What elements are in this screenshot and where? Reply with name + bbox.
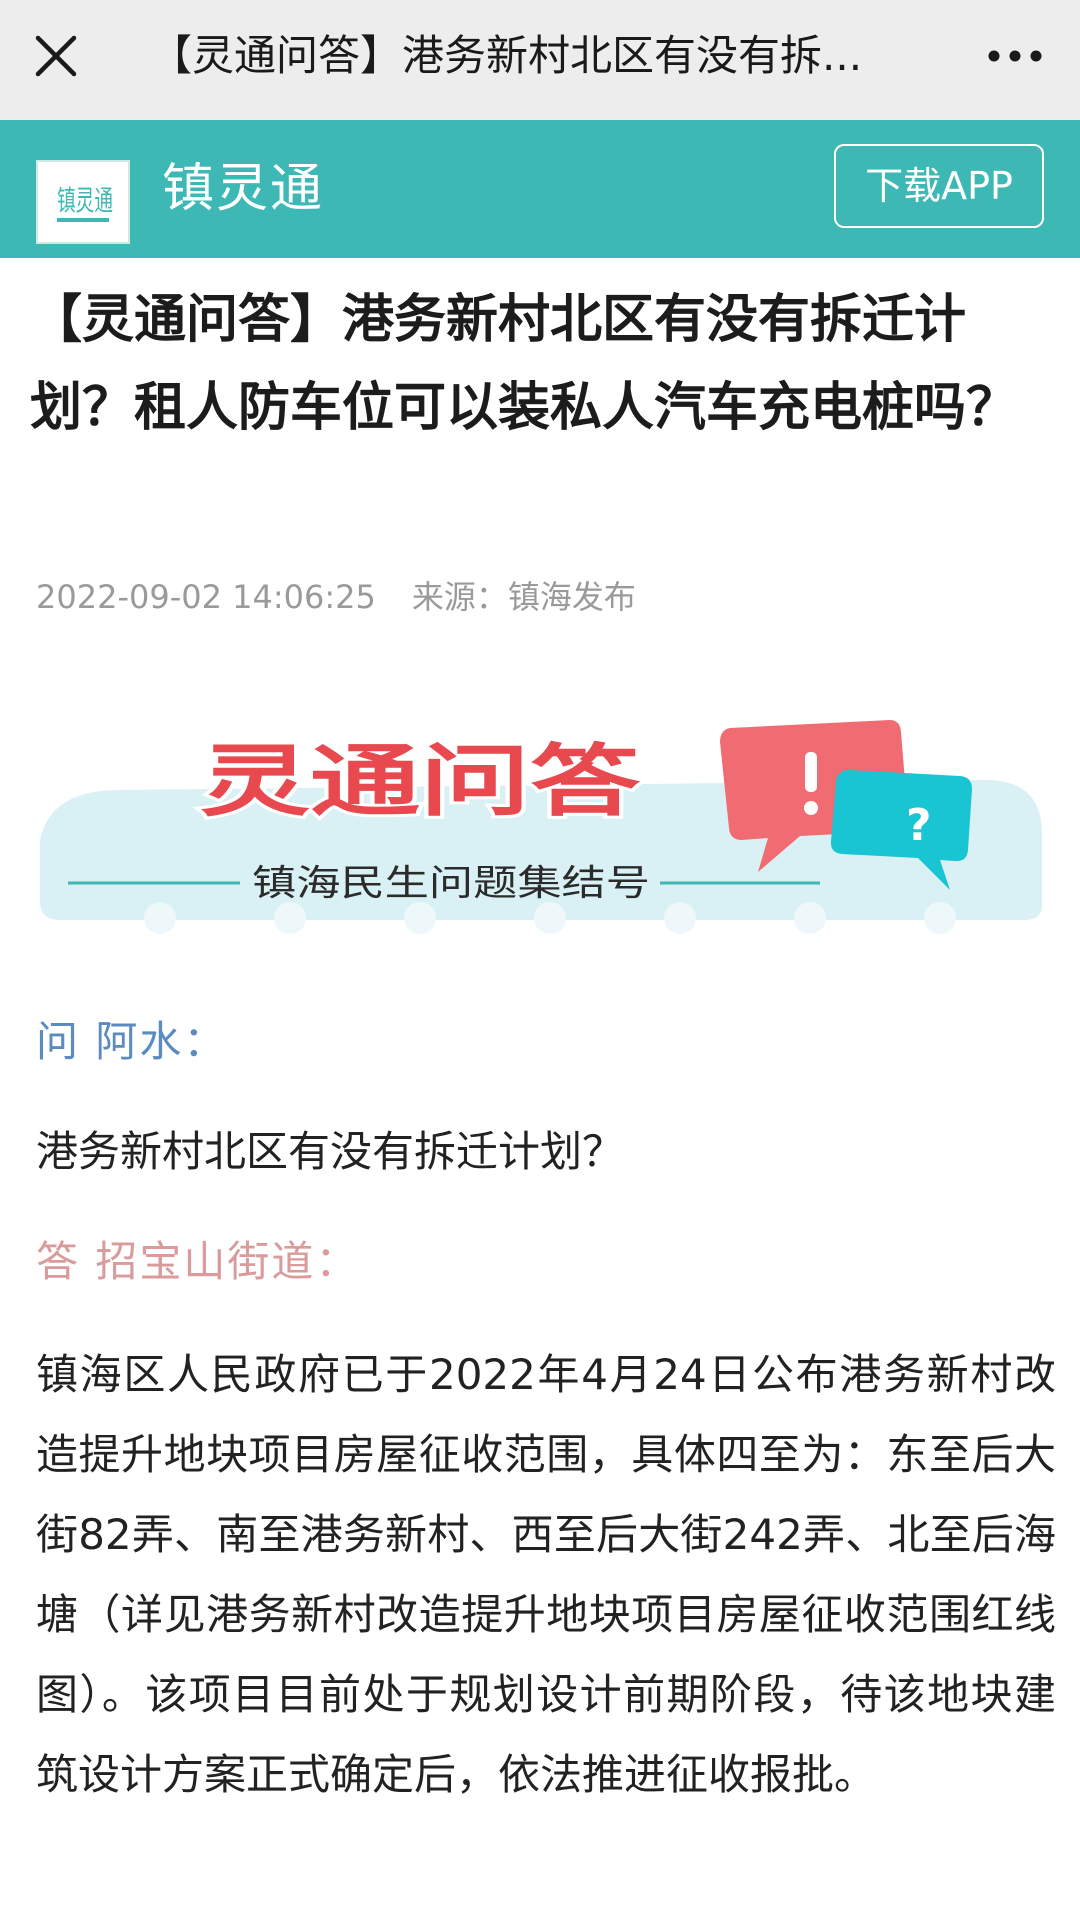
banner-heading: 灵通问答: [200, 737, 641, 827]
article-title: 【灵通问答】港务新村北区有没有拆迁计划？租人防车位可以装私人汽车充电桩吗？: [30, 290, 1019, 438]
publish-datetime: 2022-09-02 14:06:25: [36, 578, 376, 616]
app-name: 镇灵通: [162, 159, 325, 219]
banner-subheading: 镇海民生问题集结号: [252, 863, 650, 904]
more-icon[interactable]: [980, 30, 1050, 82]
banner-image: 灵通问答 镇海民生问题集结号 ?: [30, 690, 1050, 950]
app-logo: 镇灵通: [36, 160, 130, 244]
answer-label: 答 招宝山街道：: [36, 1237, 360, 1286]
article-meta: 2022-09-02 14:06:25 来源：镇海发布: [36, 572, 636, 618]
download-app-button[interactable]: 下载APP: [834, 144, 1044, 228]
question-label: 问 阿水：: [36, 1017, 228, 1066]
page-title: 【灵通问答】港务新村北区有没有拆...: [150, 31, 863, 80]
close-icon[interactable]: [28, 28, 84, 84]
article-source: 来源：镇海发布: [411, 578, 636, 616]
logo-text-zhen: 镇灵通: [57, 184, 113, 217]
browser-top-bar: 【灵通问答】港务新村北区有没有拆...: [0, 0, 1080, 120]
answer-text: 镇海区人民政府已于2022年4月24日公布港务新村改造提升地块项目房屋征收范围，…: [36, 1350, 1056, 1799]
question-text: 港务新村北区有没有拆迁计划？: [36, 1127, 625, 1176]
svg-text:?: ?: [906, 800, 932, 851]
